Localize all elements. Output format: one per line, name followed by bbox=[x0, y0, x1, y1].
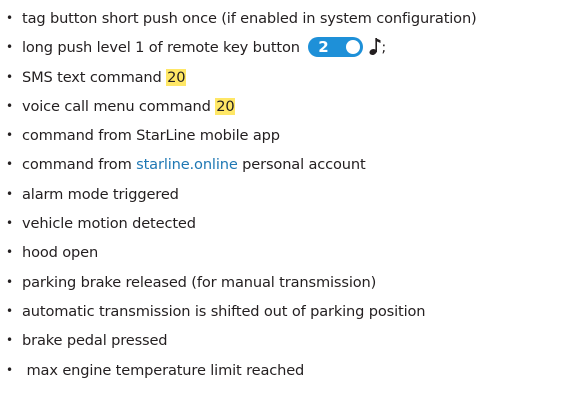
bullet-icon: • bbox=[6, 362, 13, 377]
item-text: max engine temperature limit reached bbox=[22, 361, 305, 379]
item-text: hood open bbox=[22, 244, 99, 262]
list-item: • command from starline.online personal … bbox=[6, 150, 574, 179]
bullet-icon: • bbox=[6, 216, 13, 231]
list-item: • alarm mode triggered bbox=[6, 180, 574, 209]
item-text: alarm mode triggered bbox=[22, 185, 179, 203]
starline-online-link[interactable]: starline.online bbox=[136, 156, 238, 173]
bullet-icon: • bbox=[6, 274, 13, 289]
bullet-icon: • bbox=[6, 98, 13, 113]
list-item: • hood open bbox=[6, 238, 574, 267]
item-text-suffix: ; bbox=[381, 39, 387, 57]
list-item: • brake pedal pressed bbox=[6, 326, 574, 355]
bullet-icon: • bbox=[6, 128, 13, 143]
item-text: SMS text command bbox=[22, 68, 162, 86]
list-item: • vehicle motion detected bbox=[6, 209, 574, 238]
bullet-icon: • bbox=[6, 157, 13, 172]
list-item: • long push level 1 of remote key button… bbox=[6, 33, 574, 62]
bullet-icon: • bbox=[6, 69, 13, 84]
bullet-icon: • bbox=[6, 245, 13, 260]
command-code-badge: 20 bbox=[215, 97, 236, 115]
item-text: long push level 1 of remote key button bbox=[22, 39, 300, 57]
list-item: • automatic transmission is shifted out … bbox=[6, 297, 574, 326]
key-button-knob bbox=[346, 40, 361, 55]
command-code-badge: 20 bbox=[166, 68, 187, 86]
bullet-icon: • bbox=[6, 40, 13, 55]
item-text: vehicle motion detected bbox=[22, 215, 196, 233]
item-text: automatic transmission is shifted out of… bbox=[22, 302, 426, 320]
item-text-suffix: personal account bbox=[242, 156, 366, 174]
bullet-icon: • bbox=[6, 11, 13, 25]
item-text: command from bbox=[22, 156, 132, 174]
list-item: • parking brake released (for manual tra… bbox=[6, 268, 574, 297]
bullet-icon: • bbox=[6, 186, 13, 201]
remote-key-button-icon: 2 bbox=[308, 37, 364, 58]
bullet-icon: • bbox=[6, 333, 13, 348]
item-text: brake pedal pressed bbox=[22, 332, 168, 350]
list-item: • max engine temperature limit reached bbox=[6, 356, 574, 385]
item-text: command from StarLine mobile app bbox=[22, 127, 280, 145]
music-note-icon bbox=[369, 38, 381, 56]
bullet-icon: • bbox=[6, 303, 13, 318]
key-button-number: 2 bbox=[318, 38, 329, 57]
item-text: voice call menu command bbox=[22, 97, 211, 115]
item-text: tag button short push once (if enabled i… bbox=[22, 10, 477, 27]
item-text: parking brake released (for manual trans… bbox=[22, 273, 377, 291]
trigger-event-list: • tag button short push once (if enabled… bbox=[6, 4, 574, 385]
list-item: • SMS text command 20 bbox=[6, 63, 574, 92]
list-item: • voice call menu command 20 bbox=[6, 92, 574, 121]
list-item: • tag button short push once (if enabled… bbox=[6, 4, 574, 33]
list-item: • command from StarLine mobile app bbox=[6, 121, 574, 150]
